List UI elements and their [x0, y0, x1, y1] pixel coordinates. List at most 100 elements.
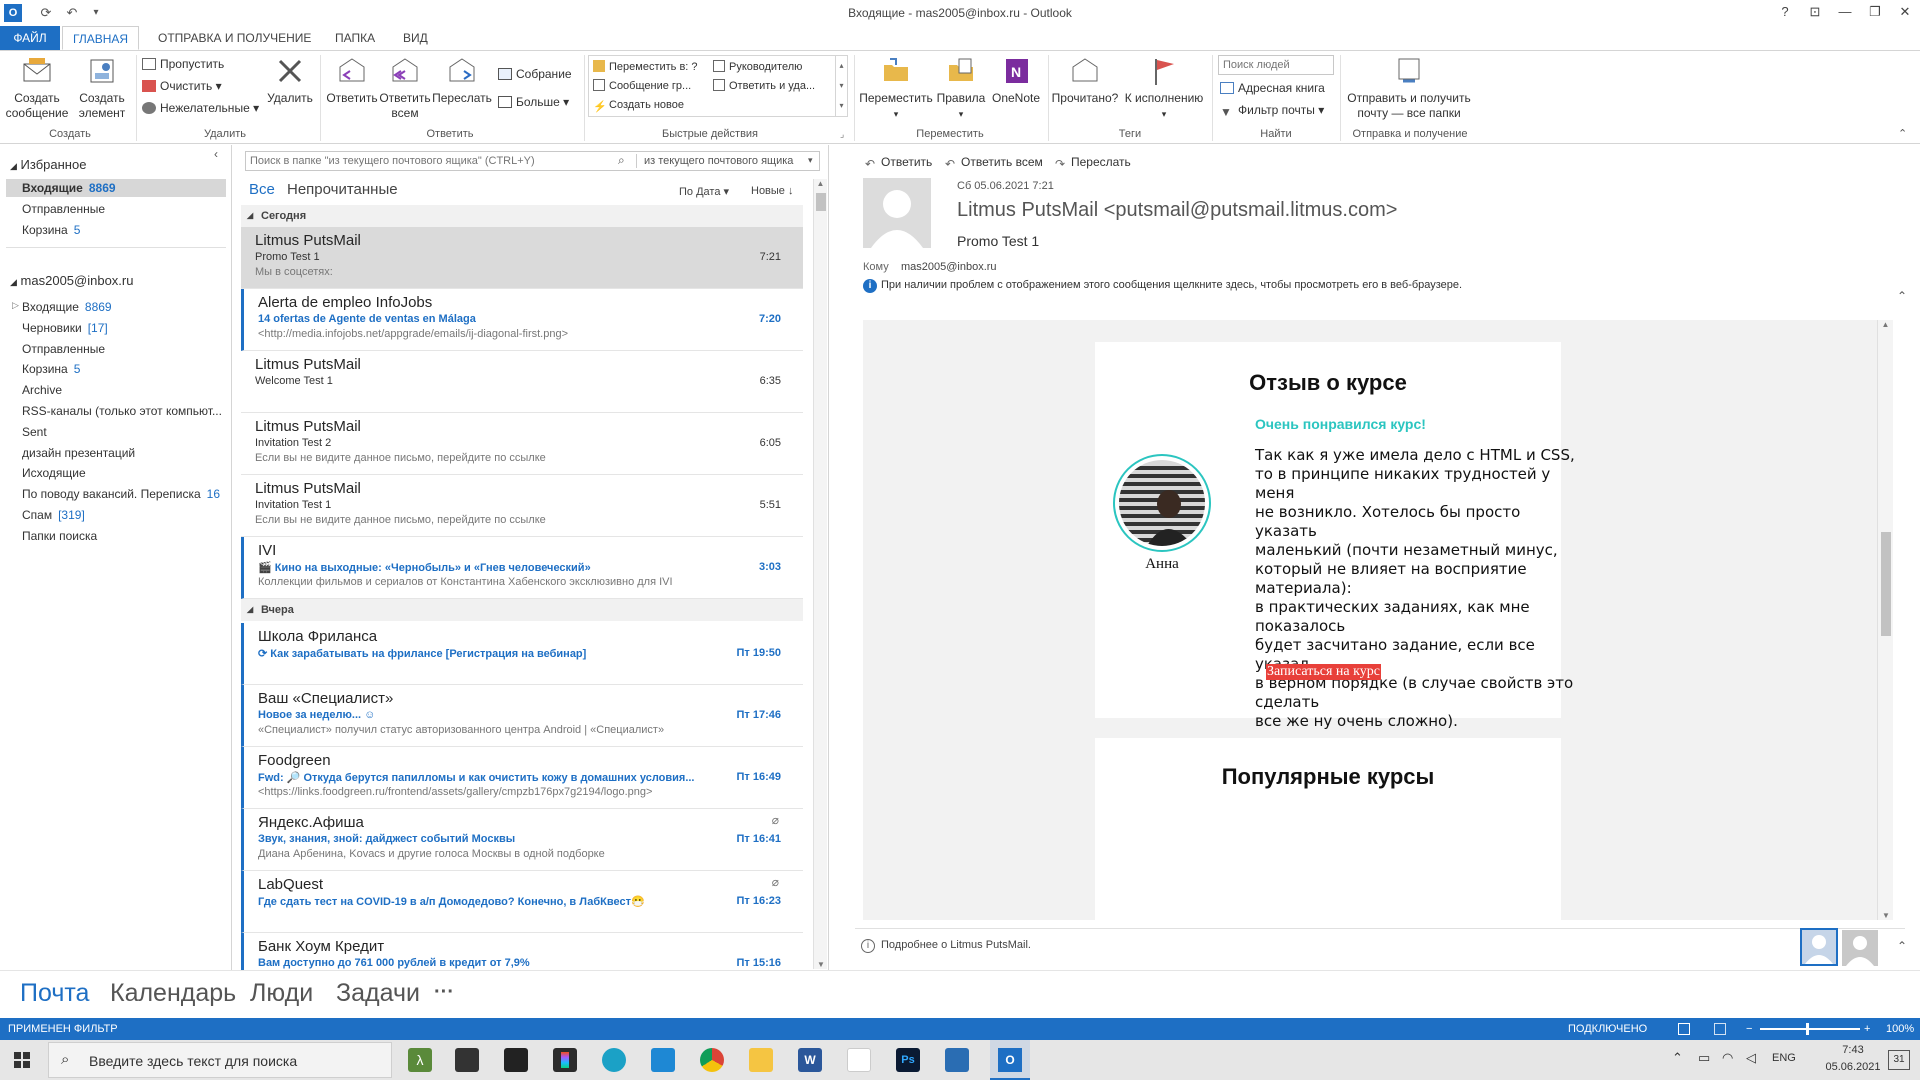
zoom-slider-thumb[interactable]: [1806, 1023, 1809, 1035]
filter-all[interactable]: Все: [249, 181, 275, 198]
system-tray-up-icon[interactable]: ⌃: [1672, 1050, 1683, 1066]
quick-steps-scroll[interactable]: ▴ ▾ ▾: [835, 56, 847, 116]
scrollbar-thumb[interactable]: [1881, 532, 1891, 636]
sort-by-date[interactable]: По Дата ▾: [679, 185, 729, 198]
favorites-sent[interactable]: Отправленные: [22, 202, 105, 216]
reply-button[interactable]: Ответить: [326, 53, 378, 106]
folder-item[interactable]: Исходящие: [22, 466, 92, 480]
network-icon[interactable]: ▭: [1698, 1050, 1710, 1066]
send-receive-all-button[interactable]: Отправить и получить почту — все папки: [1344, 53, 1474, 121]
folder-item[interactable]: Черновики [17]: [22, 321, 108, 335]
tab-view[interactable]: ВИД: [393, 26, 438, 50]
folder-item[interactable]: Папки поиска: [22, 529, 103, 543]
cta-button[interactable]: Записаться на курс: [1266, 664, 1381, 680]
nav-more[interactable]: ···: [434, 981, 454, 1004]
folder-item[interactable]: Отправленные: [22, 342, 111, 356]
account-header[interactable]: ◢ mas2005@inbox.ru: [10, 273, 133, 288]
vscode-icon[interactable]: [651, 1048, 675, 1072]
message-row[interactable]: Школа Фриланса ⟳ Как зарабатывать на фрил…: [241, 623, 803, 685]
new-item-button[interactable]: Создать элемент: [72, 53, 132, 121]
photoshop-icon[interactable]: Ps: [896, 1048, 920, 1072]
quick-step-create-new[interactable]: ⚡ Создать новое: [593, 96, 684, 114]
people-pane-info[interactable]: i Подробнее о Litmus PutsMail.: [861, 939, 1031, 953]
language-indicator[interactable]: ENG: [1772, 1052, 1796, 1064]
quick-step-team-email[interactable]: Сообщение гр...: [593, 77, 691, 95]
close-button[interactable]: ✕: [1890, 0, 1920, 24]
info-bar[interactable]: i При наличии проблем с отображением этог…: [863, 279, 1462, 293]
zoom-out-button[interactable]: −: [1746, 1018, 1752, 1040]
nav-calendar[interactable]: Календарь: [110, 979, 236, 1008]
folder-item[interactable]: Sent: [22, 425, 53, 439]
message-sender[interactable]: Litmus PutsMail <putsmail@putsmail.litmu…: [957, 199, 1397, 222]
collapse-ribbon-icon[interactable]: ⌃: [1898, 127, 1907, 140]
store-icon[interactable]: [455, 1048, 479, 1072]
windows-start-icon[interactable]: [14, 1052, 30, 1068]
meeting-button[interactable]: Собрание: [498, 65, 572, 83]
word-icon[interactable]: W: [798, 1048, 822, 1072]
edge-icon[interactable]: [602, 1048, 626, 1072]
photos-icon[interactable]: [945, 1048, 969, 1072]
clean-up-button[interactable]: Очистить ▾: [142, 77, 222, 95]
taskbar-search-box[interactable]: ⌕ Введите здесь текст для поиска: [48, 1042, 392, 1078]
tab-file[interactable]: ФАЙЛ: [0, 26, 60, 50]
zoom-slider[interactable]: [1760, 1028, 1860, 1030]
file-explorer-icon[interactable]: [749, 1048, 773, 1072]
message-list-scrollbar[interactable]: ▲ ▼: [813, 179, 827, 969]
chevron-down-icon[interactable]: ▾: [808, 155, 813, 166]
new-message-button[interactable]: Создать сообщение: [4, 53, 70, 121]
follow-up-button[interactable]: К исполнению ▾: [1120, 53, 1208, 122]
slack-icon[interactable]: [847, 1048, 871, 1072]
tab-home[interactable]: ГЛАВНАЯ: [62, 26, 140, 50]
rules-button[interactable]: Правила ▾: [932, 53, 990, 122]
search-input[interactable]: [246, 152, 606, 170]
folder-item[interactable]: Archive: [22, 383, 68, 397]
collapse-folder-pane-icon[interactable]: ‹: [214, 147, 218, 161]
favorites-trash[interactable]: Корзина 5: [22, 223, 80, 237]
wifi-icon[interactable]: ◠: [1722, 1050, 1733, 1066]
favorites-inbox[interactable]: Входящие 8869: [22, 181, 116, 195]
message-row[interactable]: LabQuest Где сдать тест на COVID-19 в а/п…: [241, 871, 803, 933]
terminal-icon[interactable]: [504, 1048, 528, 1072]
message-row[interactable]: IVI 🎬 Кино на выходные: «Чернобыль» и «Гн…: [241, 537, 803, 599]
expand-folder-icon[interactable]: ▷: [12, 300, 19, 311]
message-row[interactable]: Ваш «Специалист» Новое за неделю... ☺ «Спе…: [241, 685, 803, 747]
reply-all-button[interactable]: Ответить всем: [378, 53, 432, 121]
delete-button[interactable]: Удалить: [264, 53, 316, 106]
notification-center-icon[interactable]: 31: [1888, 1050, 1910, 1070]
tab-folder[interactable]: ПАПКА: [325, 26, 385, 50]
address-book-button[interactable]: Адресная книга: [1220, 79, 1325, 97]
message-row[interactable]: Яндекс.Афиша Звук, знания, зной: дайджест…: [241, 809, 803, 871]
folder-item[interactable]: RSS-каналы (только этот компьют...: [22, 404, 228, 418]
folder-item[interactable]: ▷ Входящие 8869: [12, 300, 112, 314]
help-button[interactable]: ?: [1770, 0, 1800, 24]
more-respond-button[interactable]: Больше ▾: [498, 93, 569, 111]
quick-step-move-to[interactable]: Переместить в: ?: [593, 58, 698, 76]
folder-item[interactable]: Спам [319]: [22, 508, 85, 522]
quick-step-reply-delete[interactable]: Ответить и уда...: [713, 77, 815, 95]
nav-tasks[interactable]: Задачи: [336, 979, 420, 1008]
ribbon-display-button[interactable]: ⊡: [1800, 0, 1830, 24]
message-row[interactable]: Litmus PutsMail Invitation Test 2 Если вы …: [241, 413, 803, 475]
search-scope-dropdown[interactable]: из текущего почтового ящика: [644, 155, 793, 167]
message-row[interactable]: Alerta de empleo InfoJobs 14 ofertas de A…: [241, 289, 803, 351]
sort-newest[interactable]: Новые ↓: [751, 185, 794, 197]
junk-button[interactable]: Нежелательные ▾: [142, 99, 259, 117]
message-row[interactable]: Litmus PutsMail Promo Test 1 Мы в соцсетях…: [241, 227, 803, 289]
folder-item[interactable]: Корзина 5: [22, 362, 80, 376]
onenote-button[interactable]: N OneNote: [988, 53, 1044, 106]
people-avatar[interactable]: [1800, 928, 1838, 966]
filter-unread[interactable]: Непрочитанные: [287, 181, 398, 198]
figma-icon[interactable]: [553, 1048, 577, 1072]
lambda-app-icon[interactable]: λ: [408, 1048, 432, 1072]
normal-view-icon[interactable]: [1678, 1023, 1690, 1035]
filter-email-button[interactable]: ▼ Фильтр почты ▾: [1220, 101, 1324, 119]
group-today[interactable]: ◢ Сегодня: [241, 205, 803, 227]
tab-send-receive[interactable]: ОТПРАВКА И ПОЛУЧЕНИЕ: [148, 26, 321, 50]
message-row[interactable]: Litmus PutsMail Invitation Test 1 Если вы …: [241, 475, 803, 537]
folder-item[interactable]: По поводу вакансий. Переписка 16: [22, 487, 220, 501]
zoom-in-button[interactable]: +: [1864, 1018, 1870, 1040]
maximize-button[interactable]: ❐: [1860, 0, 1890, 24]
move-button[interactable]: Переместить ▾: [858, 53, 934, 122]
outlook-taskbar-active[interactable]: O: [990, 1040, 1030, 1080]
search-people-input[interactable]: [1218, 55, 1334, 75]
